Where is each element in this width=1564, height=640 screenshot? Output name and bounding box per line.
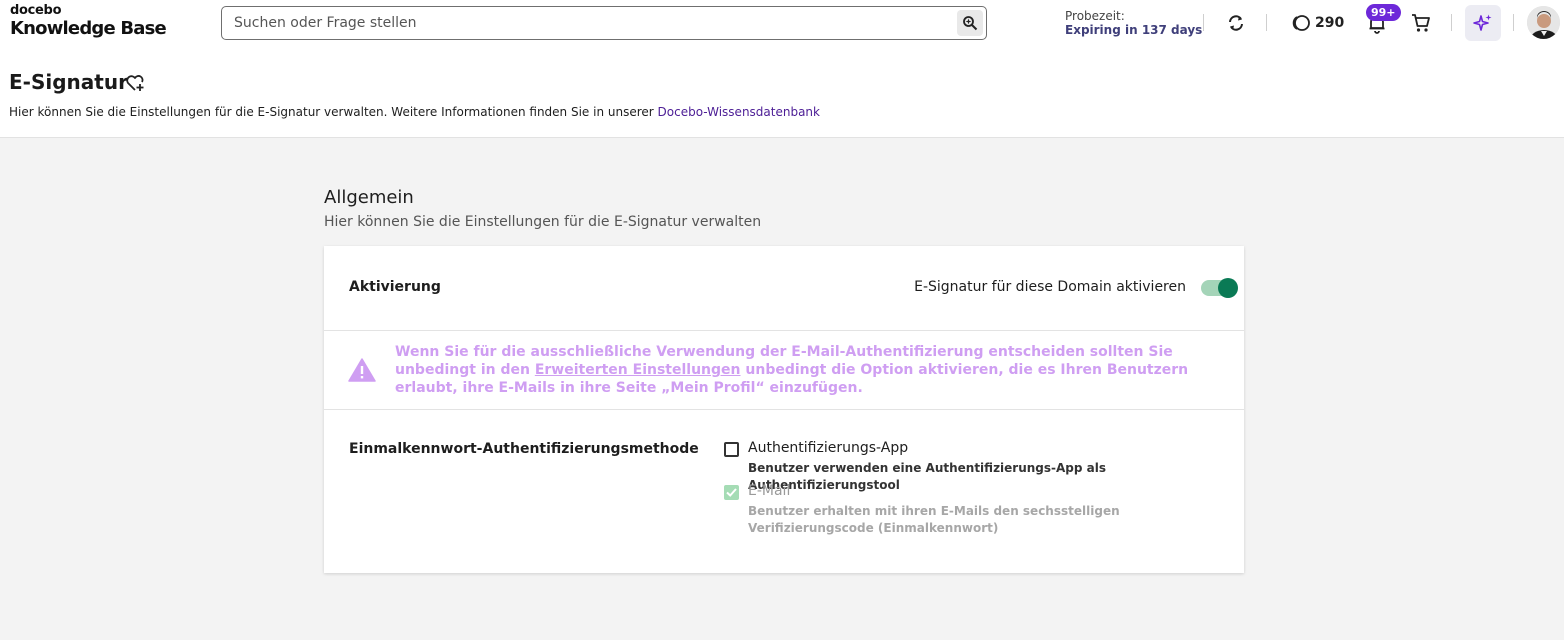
otp-method-label: Einmalkennwort-Authentifizierungsmethode <box>349 441 699 457</box>
search-button[interactable] <box>957 10 983 36</box>
ai-assistant-button[interactable] <box>1465 5 1501 41</box>
logo-product: Knowledge Base <box>10 18 167 39</box>
search-input[interactable] <box>234 7 954 39</box>
auth-app-label: Authentifizierungs-App <box>748 440 909 456</box>
trial-label: Probezeit: <box>1065 9 1125 23</box>
page-description: Hier können Sie die Einstellungen für di… <box>9 105 820 119</box>
cart-icon[interactable] <box>1410 12 1432 34</box>
divider <box>1203 14 1204 31</box>
warning-text: Wenn Sie für die ausschließliche Verwend… <box>395 343 1225 397</box>
warning-row: Wenn Sie für die ausschließliche Verwend… <box>324 331 1244 410</box>
credits-counter[interactable]: 290 <box>1291 13 1344 33</box>
top-bar: docebo Knowledge Base Probezeit: Expirin… <box>0 0 1564 46</box>
user-photo-icon <box>1527 6 1560 39</box>
email-label: E-Mail <box>748 483 791 499</box>
email-checkbox <box>724 485 739 500</box>
page-title: E-Signatur <box>9 70 128 94</box>
activation-row: Aktivierung E-Signatur für diese Domain … <box>324 246 1244 331</box>
trial-info[interactable]: Probezeit: Expiring in 137 days <box>1065 9 1202 37</box>
knowledge-base-link[interactable]: Docebo-Wissensdatenbank <box>658 105 820 119</box>
checkmark-icon <box>726 488 737 497</box>
divider <box>1513 14 1514 31</box>
notification-badge: 99+ <box>1366 4 1401 21</box>
search-box <box>221 6 987 40</box>
logo[interactable]: docebo Knowledge Base <box>10 3 167 39</box>
auth-app-description: Benutzer verwenden eine Authentifizierun… <box>748 461 1107 492</box>
divider <box>1451 14 1452 31</box>
logo-brand: docebo <box>10 3 62 18</box>
credits-value: 290 <box>1315 15 1345 31</box>
search-sparkle-icon <box>963 16 978 31</box>
toggle-knob <box>1218 278 1238 298</box>
advanced-settings-link[interactable]: Erweiterten Einstellungen <box>535 362 741 378</box>
activation-label: Aktivierung <box>349 279 441 295</box>
email-description: Benutzer erhalten mit ihren E-Mails den … <box>748 504 1120 535</box>
page-description-text: Hier können Sie die Einstellungen für di… <box>9 105 658 119</box>
sync-icon[interactable] <box>1226 13 1246 33</box>
credits-icon <box>1292 15 1310 31</box>
otp-method-row: Einmalkennwort-Authentifizierungsmethode… <box>324 410 1244 573</box>
esignature-toggle[interactable] <box>1201 278 1238 298</box>
section-description: Hier können Sie die Einstellungen für di… <box>324 214 762 230</box>
page-header: E-Signatur Hier können Sie die Einstellu… <box>0 46 1564 138</box>
heart-plus-icon[interactable] <box>125 73 145 93</box>
trial-status: Expiring in 137 days <box>1065 23 1203 37</box>
toggle-label: E-Signatur für diese Domain aktivieren <box>914 279 1186 295</box>
auth-app-checkbox[interactable] <box>724 442 739 457</box>
warning-icon <box>348 358 376 382</box>
settings-card: Aktivierung E-Signatur für diese Domain … <box>324 246 1244 573</box>
sparkle-icon <box>1473 14 1492 31</box>
divider <box>1266 14 1267 31</box>
avatar[interactable] <box>1527 6 1560 39</box>
section-title: Allgemein <box>324 187 414 208</box>
